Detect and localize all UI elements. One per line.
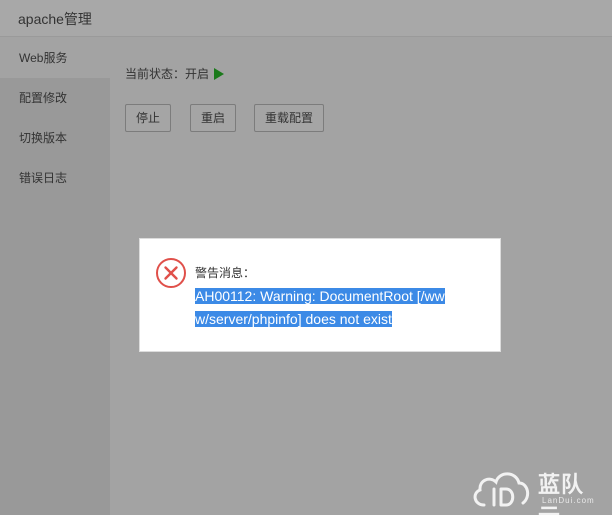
title-bar: apache管理	[0, 0, 612, 37]
status-value: 开启	[185, 67, 210, 81]
dialog-message-line2: w/server/phpinfo] does not exist	[195, 311, 392, 327]
service-status: 当前状态： 开启	[125, 65, 225, 82]
watermark-logo: 蓝队云 LanDui.com	[470, 465, 605, 515]
sidebar-item-config-edit[interactable]: 配置修改	[0, 78, 110, 118]
cloud-logo-icon	[473, 472, 530, 507]
sidebar-item-switch-version[interactable]: 切换版本	[0, 118, 110, 158]
stop-button[interactable]: 停止	[125, 104, 172, 132]
restart-button[interactable]: 重启	[190, 104, 237, 132]
watermark-subtext: LanDui.com	[542, 496, 595, 505]
warning-dialog: 警告消息： AH00112: Warning: DocumentRoot [/w…	[139, 238, 501, 352]
sidebar-item-web-service[interactable]: Web服务	[0, 38, 110, 78]
watermark-text: 蓝队云	[538, 472, 585, 515]
status-label: 当前状态：	[125, 67, 186, 81]
error-circle-icon	[156, 258, 186, 288]
dialog-heading: 警告消息：	[195, 266, 256, 280]
reload-config-button[interactable]: 重载配置	[254, 104, 325, 132]
sidebar-item-label: Web服务	[19, 51, 68, 65]
sidebar-item-label: 配置修改	[19, 91, 68, 105]
dialog-message-line1: AH00112: Warning: DocumentRoot [/ww	[195, 288, 445, 304]
sidebar: Web服务 配置修改 切换版本 错误日志	[0, 38, 110, 515]
sidebar-item-error-log[interactable]: 错误日志	[0, 158, 110, 198]
sidebar-item-label: 错误日志	[19, 171, 68, 185]
window-title: apache管理	[18, 11, 92, 27]
dialog-message: AH00112: Warning: DocumentRoot [/ww w/se…	[195, 285, 485, 331]
play-icon	[214, 67, 225, 80]
sidebar-item-label: 切换版本	[19, 131, 68, 145]
